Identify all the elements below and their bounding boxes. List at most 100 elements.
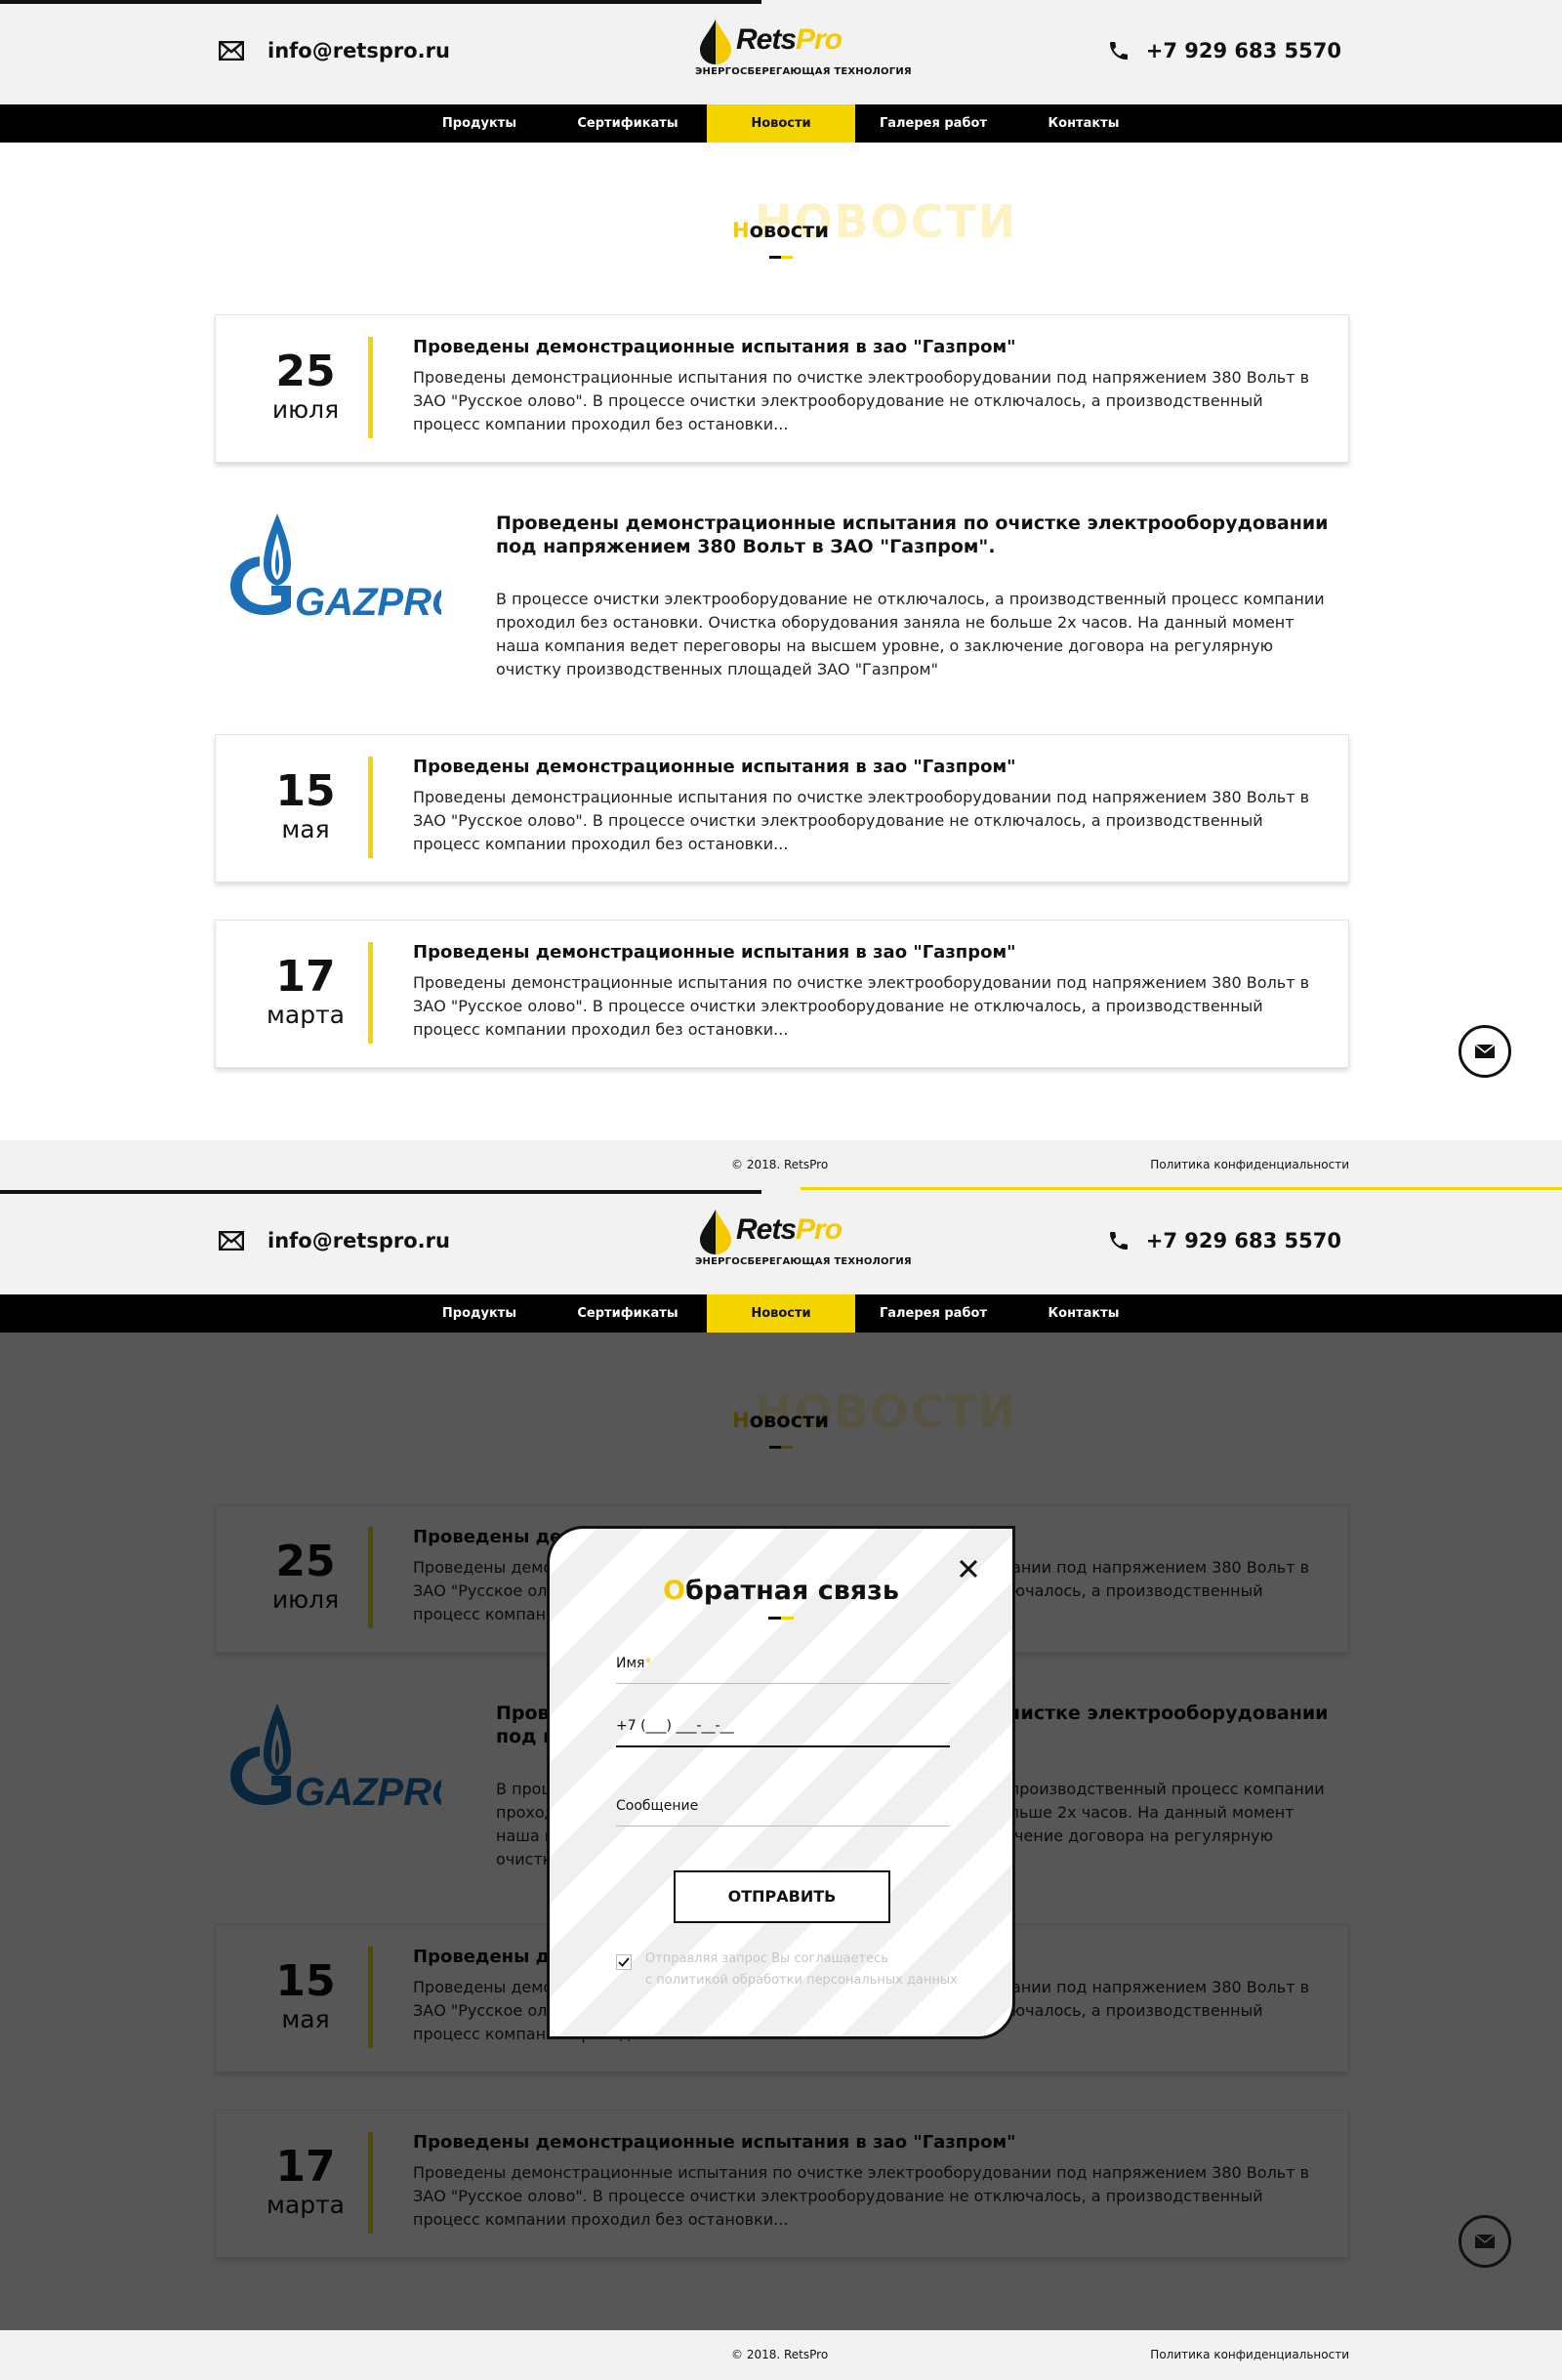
modal-title-first-letter: О	[663, 1576, 686, 1606]
featured-news-title: Проведены демонстрационные испытания по …	[496, 513, 1329, 557]
site-header: info@retspro.ru RetsPro ЭНЕРГОСБЕРЕГАЮЩА…	[0, 1190, 1562, 1294]
section-heading: НОВОСТИ Новости	[0, 195, 1562, 273]
header-email: info@retspro.ru	[267, 1229, 450, 1252]
footer-copyright: © 2018. RetsPro	[731, 1158, 829, 1171]
header-email: info@retspro.ru	[267, 39, 450, 62]
submit-button[interactable]: ОТПРАВИТЬ	[674, 1870, 890, 1923]
news-day: 25	[275, 347, 336, 396]
news-accent-bar	[368, 757, 373, 858]
nav-item-contacts[interactable]: Контакты	[1011, 104, 1156, 143]
modal-title-underline	[768, 1617, 794, 1620]
phone-underline	[616, 1745, 950, 1747]
logo-wordmark: RetsPro	[736, 23, 843, 57]
nav-item-products[interactable]: Продукты	[410, 1294, 549, 1333]
message-label: Сообщение	[616, 1798, 699, 1814]
site-logo[interactable]: RetsPro ЭНЕРГОСБЕРЕГАЮЩАЯ ТЕХНОЛОГИЯ	[695, 18, 912, 86]
header-email-link[interactable]: info@retspro.ru	[219, 1229, 450, 1252]
nav-item-certificates[interactable]: Сертификаты	[549, 104, 707, 143]
phone-icon	[1109, 1232, 1128, 1250]
message-field[interactable]: Сообщение	[616, 1798, 950, 1826]
news-date: 15 мая	[245, 768, 366, 844]
logo-pro: Pro	[796, 1213, 843, 1246]
gazprom-logo: GAZPROM	[230, 513, 441, 624]
news-title: Проведены демонстрационные испытания в з…	[413, 337, 1016, 357]
news-excerpt: Проведены демонстрационные испытания по …	[413, 368, 1310, 433]
privacy-policy-link[interactable]: Политика конфиденциальности	[1150, 1158, 1349, 1171]
phone-mask: +7 (___) ___-__-__	[616, 1718, 734, 1734]
news-title: Проведены демонстрационные испытания в з…	[413, 757, 1016, 777]
modal-title: Обратная связь	[550, 1576, 1012, 1606]
news-page-with-modal: info@retspro.ru RetsPro ЭНЕРГОСБЕРЕГАЮЩА…	[0, 1190, 1562, 2380]
section-title-rest: овости	[749, 219, 830, 242]
section-title-underline	[769, 256, 793, 259]
checkmark-icon	[618, 1957, 630, 1967]
consent-checkbox[interactable]	[616, 1954, 632, 1970]
feedback-button[interactable]	[1459, 2215, 1511, 2268]
name-field[interactable]: Имя*	[616, 1656, 950, 1684]
required-mark: *	[644, 1656, 652, 1671]
nav-item-contacts[interactable]: Контакты	[1011, 1294, 1156, 1333]
consent-line-1: Отправляя запрос Вы соглашаетесь	[645, 1951, 888, 1966]
site-footer: © 2018. RetsPro Политика конфиденциально…	[0, 2330, 1562, 2380]
mail-icon	[1474, 1044, 1496, 1058]
gazprom-logo-text: GAZPROM	[295, 581, 441, 624]
news-excerpt: Проведены демонстрационные испытания по …	[413, 788, 1310, 853]
header-phone-link[interactable]: +7 929 683 5570	[1107, 39, 1341, 62]
name-label: Имя*	[616, 1656, 950, 1671]
site-logo[interactable]: RetsPro ЭНЕРГОСБЕРЕГАЮЩАЯ ТЕХНОЛОГИЯ	[695, 1208, 912, 1276]
phone-icon	[1109, 42, 1128, 60]
main-nav: Продукты Сертификаты Новости Галерея раб…	[0, 104, 1562, 143]
consent-text: Отправляя запрос Вы соглашаетесь с полит…	[645, 1949, 958, 1991]
drop-logo-icon	[700, 1210, 731, 1254]
nav-item-gallery[interactable]: Галерея работ	[855, 1294, 1011, 1333]
featured-news: GAZPROM Проведены демонстрационные испыт…	[215, 498, 1349, 693]
news-accent-bar	[368, 337, 373, 438]
news-card[interactable]: 25 июля Проведены демонстрационные испыт…	[215, 314, 1349, 463]
feedback-button[interactable]	[1459, 1025, 1511, 1078]
mail-icon	[219, 1231, 244, 1251]
main-nav: Продукты Сертификаты Новости Галерея раб…	[0, 1294, 1562, 1333]
mail-icon	[1474, 2234, 1496, 2248]
mail-icon	[219, 41, 244, 61]
logo-rets: Rets	[736, 1213, 797, 1246]
news-date: 25 июля	[245, 349, 366, 425]
nav-item-gallery[interactable]: Галерея работ	[855, 104, 1011, 143]
modal-title-rest: братная связь	[685, 1576, 899, 1606]
news-card[interactable]: 17 марта Проведены демонстрационные испы…	[215, 920, 1349, 1068]
logo-tagline: ЭНЕРГОСБЕРЕГАЮЩАЯ ТЕХНОЛОГИЯ	[695, 1256, 912, 1267]
news-date: 17 марта	[245, 954, 366, 1030]
section-title-first-letter: Н	[732, 219, 750, 242]
privacy-policy-link[interactable]: Политика конфиденциальности	[1150, 2348, 1349, 2361]
footer-copyright: © 2018. RetsPro	[731, 2348, 829, 2361]
site-footer: © 2018. RetsPro Политика конфиденциально…	[0, 1140, 1562, 1190]
news-month: марта	[267, 1001, 345, 1029]
header-top-line	[0, 0, 761, 4]
logo-tagline: ЭНЕРГОСБЕРЕГАЮЩАЯ ТЕХНОЛОГИЯ	[695, 66, 912, 77]
logo-wordmark: RetsPro	[736, 1213, 843, 1247]
feedback-modal: Обратная связь Имя* +7 (___) ___-__-__ С…	[547, 1526, 1015, 2039]
news-month: июля	[271, 395, 340, 424]
news-excerpt: Проведены демонстрационные испытания по …	[413, 973, 1310, 1039]
name-label-text: Имя	[616, 1656, 645, 1671]
nav-item-news[interactable]: Новости	[707, 104, 855, 143]
consent: Отправляя запрос Вы соглашаетесь с полит…	[616, 1949, 1007, 1991]
header-top-line	[0, 1190, 761, 1194]
site-header: info@retspro.ru RetsPro ЭНЕРГОСБЕРЕГАЮЩА…	[0, 0, 1562, 104]
section-title: Новости	[732, 219, 829, 242]
header-email-link[interactable]: info@retspro.ru	[219, 39, 450, 62]
nav-item-products[interactable]: Продукты	[410, 104, 549, 143]
news-card[interactable]: 15 мая Проведены демонстрационные испыта…	[215, 734, 1349, 882]
news-title: Проведены демонстрационные испытания в з…	[413, 942, 1016, 963]
news-day: 17	[275, 952, 336, 1002]
header-phone-link[interactable]: +7 929 683 5570	[1107, 1229, 1341, 1252]
news-accent-bar	[368, 942, 373, 1044]
header-phone: +7 929 683 5570	[1145, 39, 1341, 62]
nav-item-news[interactable]: Новости	[707, 1294, 855, 1333]
news-day: 15	[275, 766, 336, 816]
header-phone: +7 929 683 5570	[1145, 1229, 1341, 1252]
phone-field[interactable]: +7 (___) ___-__-__	[616, 1718, 950, 1747]
name-underline	[616, 1683, 950, 1684]
featured-news-text: В процессе очистки электрооборудование н…	[496, 590, 1325, 678]
news-month: мая	[281, 815, 330, 843]
nav-item-certificates[interactable]: Сертификаты	[549, 1294, 707, 1333]
